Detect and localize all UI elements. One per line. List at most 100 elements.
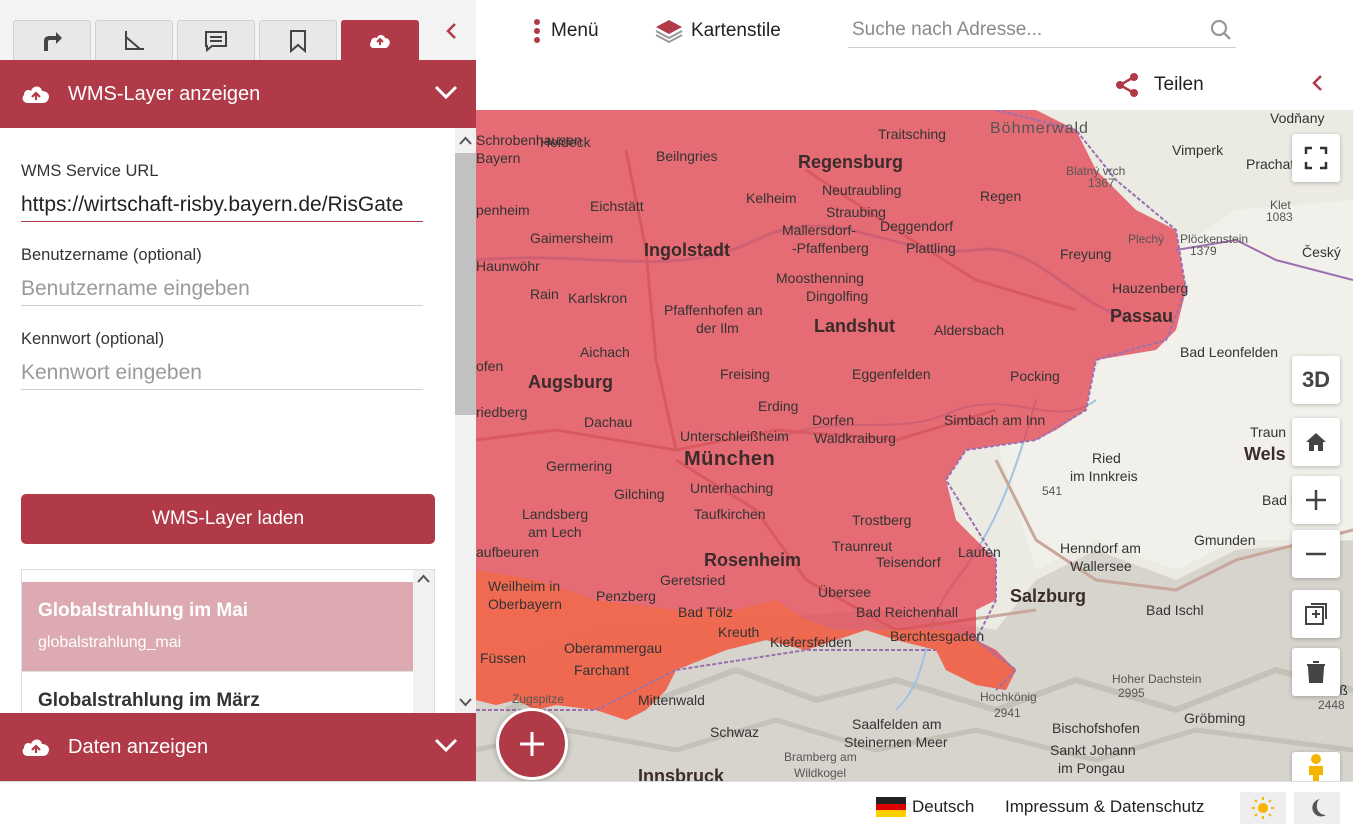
light-mode-button[interactable] (1240, 792, 1286, 824)
map-label: Schrobenhausen (476, 132, 582, 148)
right-panel-collapse-button[interactable] (1306, 70, 1328, 96)
language-selector[interactable]: Deutsch (876, 797, 974, 817)
scroll-up-icon[interactable] (413, 572, 434, 586)
tab-wms[interactable] (341, 20, 419, 60)
search-input[interactable] (848, 18, 1198, 41)
map-label: Übersee (818, 584, 871, 600)
username-input[interactable] (21, 272, 423, 306)
map-label: Straubing (826, 204, 886, 220)
map-label: Kelheim (746, 190, 797, 206)
map-label: Klet (1270, 198, 1291, 212)
map-label: Neutraubling (822, 182, 902, 198)
map-label: am Lech (528, 524, 582, 540)
map-styles-label: Kartenstile (691, 20, 781, 41)
map-label: 541 (1042, 484, 1063, 498)
bookmark-icon (290, 29, 306, 53)
home-button[interactable] (1292, 418, 1340, 466)
language-label: Deutsch (912, 797, 975, 816)
tab-bookmark[interactable] (259, 20, 337, 60)
layer-item[interactable]: Globalstrahlung im März globalstrahlung_… (22, 672, 414, 713)
map-label: Traunreut (832, 538, 893, 554)
map-label: Dingolfing (806, 288, 869, 304)
map-label: Erding (758, 398, 799, 414)
layer-item[interactable]: Globalstrahlung im Mai globalstrahlung_m… (22, 582, 414, 672)
map-label: Passau (1110, 306, 1174, 326)
map-label: der Ilm (696, 320, 739, 336)
map-label: Kreuth (718, 624, 760, 640)
map-label: Simbach am Inn (944, 412, 1046, 428)
map-label: Böhmerwald (990, 120, 1089, 137)
dark-mode-button[interactable] (1294, 792, 1340, 824)
password-label: Kennwort (optional) (21, 330, 165, 348)
menu-label: Menü (551, 20, 599, 41)
map-label: Ried (1092, 450, 1121, 466)
add-fab-button[interactable] (496, 708, 568, 780)
load-wms-button[interactable]: WMS-Layer laden (21, 494, 435, 544)
map-label: aufbeuren (476, 544, 540, 560)
layer-title: Globalstrahlung im März (38, 690, 260, 711)
map-label: München (684, 448, 776, 470)
layer-list-scrollbar[interactable] (413, 570, 434, 713)
wms-section-header[interactable]: WMS-Layer anzeigen (0, 60, 476, 128)
impressum-link[interactable]: Impressum & Datenschutz (1005, 797, 1204, 817)
map-label: Gröbming (1184, 710, 1246, 726)
map-label: ofen (476, 358, 504, 374)
zoom-out-button[interactable] (1292, 530, 1340, 578)
map-label: Vodňany (1270, 110, 1325, 126)
wms-form: WMS Service URL Benutzername (optional) … (0, 128, 455, 713)
sidebar: WMS-Layer anzeigen WMS Service URL Benut… (0, 60, 476, 781)
wms-url-input[interactable] (21, 188, 423, 222)
map-label: Hauzenberg (1112, 280, 1189, 296)
minus-icon (1306, 552, 1326, 556)
map-label: Berchtesgaden (890, 628, 985, 644)
map-label: 2995 (1118, 686, 1145, 700)
plus-icon (1306, 490, 1326, 510)
map-styles-button[interactable]: Kartenstile (655, 16, 781, 46)
map-label: Bad Ischl (1146, 602, 1204, 618)
sidebar-collapse-button[interactable] (440, 18, 462, 44)
map-view[interactable]: Böhmerwald Regensburg Ingolstadt Augsbur… (476, 110, 1353, 781)
password-input[interactable] (21, 356, 423, 390)
map-label: Pocking (1010, 368, 1060, 384)
delete-button[interactable] (1292, 648, 1340, 696)
sidebar-scrollbar[interactable] (455, 128, 476, 713)
map-label: Rain (530, 286, 559, 302)
map-label: Unterschleißheim (680, 428, 789, 444)
map-label: Schwaz (710, 724, 760, 740)
map-label: Beilngries (656, 148, 718, 164)
url-label: WMS Service URL (21, 162, 159, 180)
map-label: Oberbayern (488, 596, 562, 612)
tab-measure[interactable] (95, 20, 173, 60)
german-flag-icon (876, 797, 906, 817)
map-label: Unterhaching (690, 480, 774, 496)
zoom-in-button[interactable] (1292, 476, 1340, 524)
fullscreen-button[interactable] (1292, 134, 1340, 182)
map-label: Aldersbach (934, 322, 1005, 338)
map-label: Rosenheim (704, 550, 802, 570)
map-label: Gilching (614, 486, 665, 502)
map-label: Eichstätt (590, 198, 644, 214)
scroll-up-icon[interactable] (455, 134, 476, 148)
map-label: Penzberg (596, 588, 656, 604)
tab-route[interactable] (13, 20, 91, 60)
zoom-to-extent-button[interactable] (1292, 590, 1340, 638)
tab-comment[interactable] (177, 20, 255, 60)
search-icon[interactable] (1210, 19, 1232, 41)
street-view-button[interactable] (1292, 752, 1340, 782)
3d-toggle-button[interactable]: 3D (1292, 356, 1340, 404)
scroll-thumb[interactable] (455, 153, 476, 415)
menu-button[interactable]: Menü (533, 16, 599, 46)
map-label: Plöckenstein (1180, 232, 1249, 246)
map-label: riedberg (476, 404, 528, 420)
scroll-down-icon[interactable] (455, 695, 476, 709)
map-label: Wildkogel (794, 766, 847, 780)
map-label: Landsberg (522, 506, 589, 522)
map-label: Bad Reichenhall (856, 604, 958, 620)
moon-icon (1312, 799, 1326, 817)
share-button[interactable]: Teilen (1114, 72, 1204, 98)
map-label: Steinernen Meer (844, 734, 948, 750)
data-section-header[interactable]: Daten anzeigen (0, 713, 476, 781)
map-label: Wels (1244, 444, 1286, 464)
map-label: -Pfaffenberg (792, 240, 869, 256)
map-label: Wallersee (1070, 558, 1132, 574)
